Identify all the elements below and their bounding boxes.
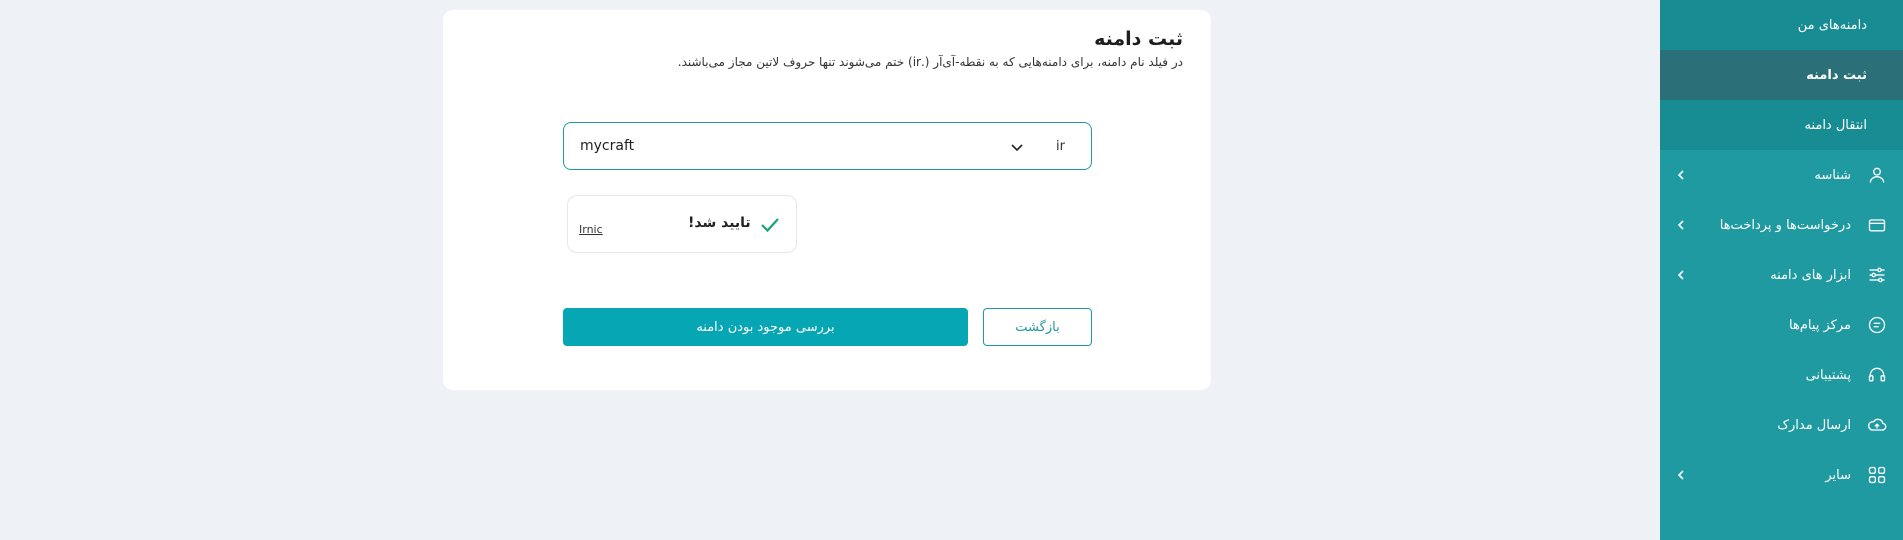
chevron-left-icon [1674,220,1688,230]
check-icon [760,216,780,234]
domain-field: ir [563,122,1092,170]
sidebar-item-register-domain[interactable]: ثبت دامنه [1660,50,1903,100]
sidebar-item-label: مرکز پیام‌ها [1789,317,1851,333]
tld-value: ir [1056,138,1065,154]
message-icon [1865,313,1889,337]
user-icon [1865,163,1889,187]
sidebar-item-domain-tools[interactable]: ابزار های دامنه [1660,250,1903,300]
chevron-down-icon [1011,137,1023,156]
sidebar-item-label: ابزار های دامنه [1770,267,1851,283]
chevron-left-icon [1674,170,1688,180]
sidebar-item-label: دامنه‌های من [1797,17,1867,33]
sidebar-item-support[interactable]: پشتیبانی [1660,350,1903,400]
chevron-left-icon [1674,470,1688,480]
sidebar-item-upload-documents[interactable]: ارسال مدارک [1660,400,1903,450]
registry-link[interactable]: Irnic [579,223,603,236]
sliders-icon [1865,263,1889,287]
sidebar-item-identity[interactable]: شناسه [1660,150,1903,200]
back-button[interactable]: بازگشت [983,308,1092,346]
domain-register-card: ثبت دامنه در فیلد نام دامنه، برای دامنه‌… [443,10,1211,390]
status-text: تایید شد! [688,215,751,231]
page-title: ثبت دامنه [1094,28,1183,50]
sidebar-item-label: پشتیبانی [1805,367,1851,383]
sidebar-item-my-domains[interactable]: دامنه‌های من [1660,0,1903,50]
sidebar-item-label: انتقال دامنه [1804,117,1867,133]
sidebar-item-requests-payments[interactable]: درخواست‌ها و پرداخت‌ها [1660,200,1903,250]
chevron-left-icon [1674,270,1688,280]
headset-icon [1865,363,1889,387]
sidebar-item-label: شناسه [1814,167,1851,183]
sidebar: دامنه‌های من ثبت دامنه انتقال دامنه شناس… [1660,0,1903,540]
credit-card-icon [1865,213,1889,237]
sidebar-item-other[interactable]: سایر [1660,450,1903,500]
sidebar-item-message-center[interactable]: مرکز پیام‌ها [1660,300,1903,350]
verification-status: Irnic تایید شد! [567,195,797,253]
sidebar-item-label: درخواست‌ها و پرداخت‌ها [1719,217,1851,233]
page-description: در فیلد نام دامنه، برای دامنه‌هایی که به… [677,55,1183,69]
cloud-upload-icon [1865,413,1889,437]
domain-name-input[interactable] [564,123,1001,169]
grid-icon [1865,463,1889,487]
sidebar-item-label: ثبت دامنه [1806,67,1867,83]
tld-select[interactable]: ir [1001,123,1091,169]
sidebar-item-transfer-domain[interactable]: انتقال دامنه [1660,100,1903,150]
check-availability-button[interactable]: بررسی موجود بودن دامنه [563,308,968,346]
sidebar-item-label: ارسال مدارک [1777,417,1851,433]
sidebar-item-label: سایر [1825,467,1851,483]
